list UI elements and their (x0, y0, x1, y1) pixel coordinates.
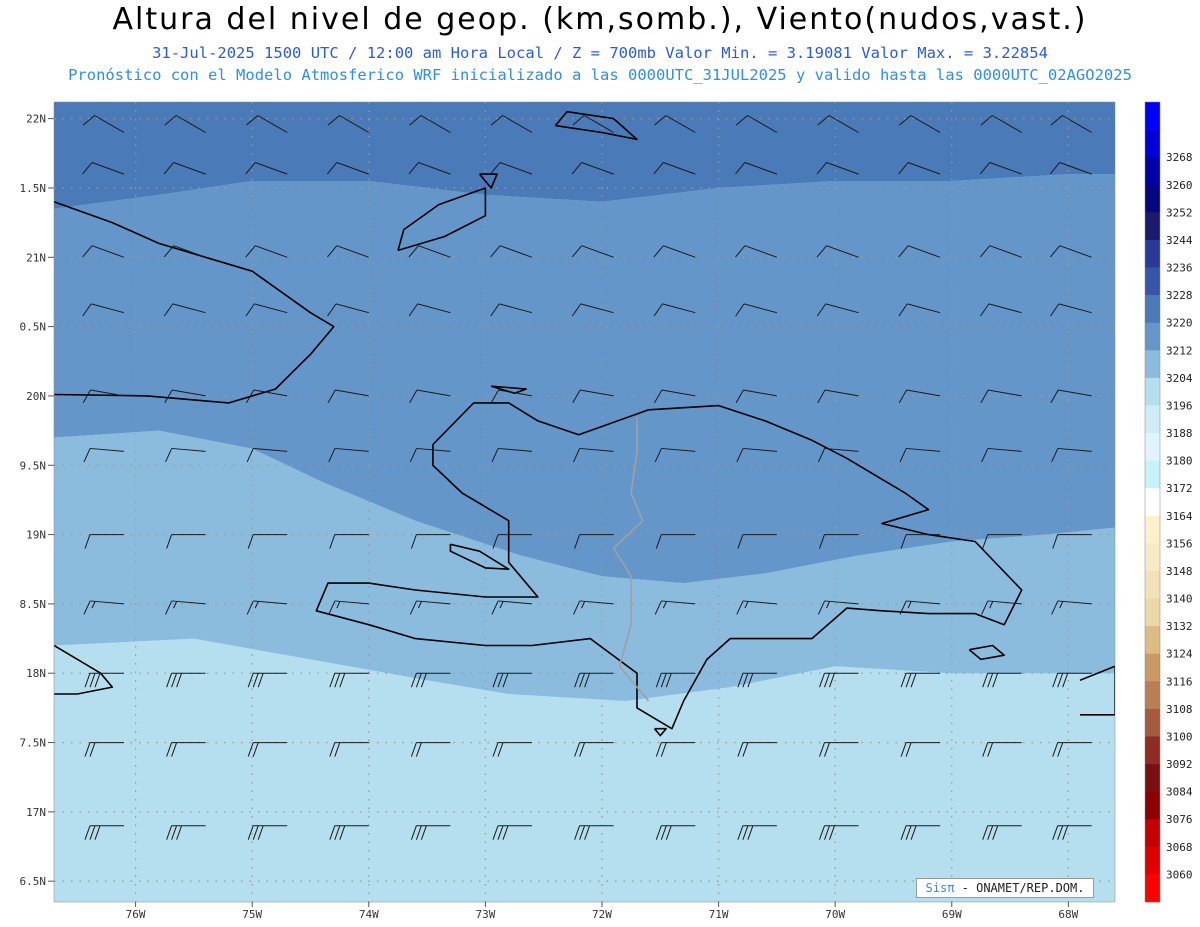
colorbar-swatch (1145, 267, 1160, 296)
lat-tick-label: 1.5N (20, 182, 47, 195)
colorbar-label: 3244 (1166, 234, 1193, 247)
lon-tick-label: 74W (359, 908, 379, 921)
colorbar-label: 3180 (1166, 455, 1193, 468)
colorbar-swatch (1145, 212, 1160, 241)
colorbar-swatch (1145, 819, 1160, 848)
colorbar-swatch (1145, 736, 1160, 765)
credit-box: Sisπ - ONAMET/REP.DOM. (916, 878, 1094, 898)
colorbar-label: 3204 (1166, 372, 1193, 385)
colorbar-label: 3172 (1166, 482, 1193, 495)
colorbar-label: 3108 (1166, 703, 1193, 716)
geopotential-field (54, 102, 1115, 902)
colorbar-label: 3236 (1166, 262, 1193, 275)
latitude-axis: 22N 1.5N 21N 0.5N 20N 9.5N 19N 8.5N 18N 7.5N 17N 6.… (20, 113, 54, 888)
colorbar-label: 3116 (1166, 675, 1193, 688)
colorbar-label: 3068 (1166, 841, 1193, 854)
lat-tick-label: 19N (26, 529, 46, 542)
credit-org: - ONAMET/REP.DOM. (961, 881, 1085, 895)
colorbar-swatch (1145, 846, 1160, 875)
colorbar-label: 3148 (1166, 565, 1193, 578)
colorbar-swatch (1145, 184, 1160, 213)
colorbar-label: 3124 (1166, 648, 1193, 661)
lat-tick-label: 0.5N (20, 321, 47, 334)
colorbar-label: 3156 (1166, 537, 1193, 550)
colorbar-swatch (1145, 764, 1160, 792)
lat-tick-label: 8.5N (20, 598, 47, 611)
credit-brand: Sisπ (925, 881, 955, 895)
colorbar-swatch (1145, 102, 1160, 130)
colorbar-swatch (1145, 791, 1160, 820)
lat-tick-label: 22N (26, 113, 46, 126)
colorbar-swatch (1145, 515, 1160, 544)
colorbar-label: 3252 (1166, 206, 1193, 219)
coastline-mayaguana (474, 63, 515, 70)
colorbar-swatch (1145, 129, 1160, 158)
lat-tick-label: 20N (26, 390, 46, 403)
geopotential-map: 22N 1.5N 21N 0.5N 20N 9.5N 19N 8.5N 18N 7.5N 17N 6.… (20, 63, 1193, 921)
colorbar-label: 3260 (1166, 179, 1193, 192)
lat-tick-label: 7.5N (20, 737, 47, 750)
colorbar-label: 3084 (1166, 786, 1193, 799)
lat-tick-label: 21N (26, 251, 46, 264)
colorbar-swatch (1145, 543, 1160, 572)
colorbar-swatch (1145, 570, 1160, 599)
colorbar-label: 3188 (1166, 427, 1193, 440)
lat-tick-label: 18N (26, 667, 46, 680)
colorbar-swatch (1145, 626, 1160, 655)
lon-tick-label: 71W (709, 908, 729, 921)
colorbar-swatch (1145, 433, 1160, 461)
colorbar-swatch (1145, 350, 1160, 379)
colorbar-label: 3220 (1166, 317, 1193, 330)
colorbar: 3268 3260 3252 3244 3236 3228 3220 3212 3204 3196… (1144, 101, 1193, 903)
lat-tick-label: 9.5N (20, 459, 47, 472)
colorbar-label: 3212 (1166, 344, 1193, 357)
colorbar-label: 3140 (1166, 593, 1193, 606)
colorbar-label: 3100 (1166, 731, 1193, 744)
colorbar-swatch (1145, 874, 1160, 903)
colorbar-swatch (1145, 460, 1160, 489)
colorbar-label: 3060 (1166, 868, 1193, 881)
colorbar-swatch (1145, 488, 1160, 517)
colorbar-label: 3228 (1166, 289, 1193, 302)
lon-tick-label: 72W (592, 908, 612, 921)
colorbar-swatch (1145, 681, 1160, 710)
colorbar-swatch (1145, 708, 1160, 737)
lon-tick-label: 68W (1058, 908, 1078, 921)
lat-tick-label: 17N (26, 806, 46, 819)
colorbar-label: 3132 (1166, 620, 1193, 633)
colorbar-swatch (1145, 157, 1160, 186)
colorbar-label: 3076 (1166, 813, 1193, 826)
colorbar-swatch (1145, 295, 1160, 323)
lon-tick-label: 75W (242, 908, 262, 921)
colorbar-swatch (1145, 653, 1160, 682)
colorbar-label: 3196 (1166, 399, 1193, 412)
lon-tick-label: 76W (126, 908, 146, 921)
lon-tick-label: 69W (942, 908, 962, 921)
lon-tick-label: 73W (475, 908, 495, 921)
colorbar-swatch (1145, 239, 1160, 268)
colorbar-swatch (1145, 377, 1160, 406)
longitude-axis: 76W 75W 74W 73W 72W 71W 70W 69W 68W (126, 902, 1079, 921)
colorbar-label: 3092 (1166, 758, 1193, 771)
lon-tick-label: 70W (825, 908, 845, 921)
colorbar-label: 3164 (1166, 510, 1193, 523)
colorbar-swatch (1145, 598, 1160, 627)
lat-tick-label: 6.5N (20, 875, 47, 888)
colorbar-label: 3268 (1166, 151, 1193, 164)
colorbar-swatch (1145, 405, 1160, 434)
colorbar-swatch (1145, 322, 1160, 351)
